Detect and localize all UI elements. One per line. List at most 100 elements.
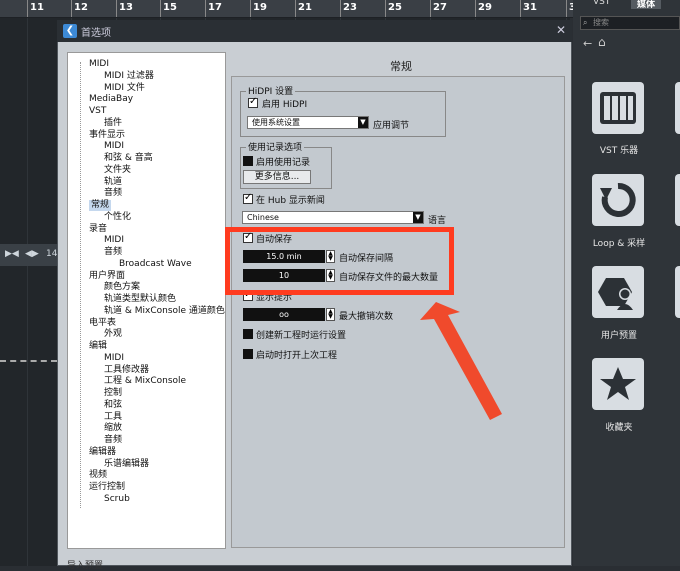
- ruler-tick-line: [116, 0, 117, 17]
- tree-item[interactable]: Broadcast Wave: [119, 259, 192, 270]
- usage-group-title: 使用记录选项: [246, 140, 305, 153]
- tree-item[interactable]: 和弦: [104, 400, 122, 411]
- tree-item[interactable]: MIDI: [104, 141, 124, 152]
- vst-instruments-card[interactable]: [592, 82, 644, 134]
- undo-count-input[interactable]: oo: [243, 308, 325, 321]
- usage-enable-checkbox[interactable]: [243, 156, 253, 166]
- tree-item[interactable]: 控制: [104, 388, 122, 399]
- tree-item[interactable]: 工具修改器: [104, 365, 149, 376]
- loops-card[interactable]: [592, 174, 644, 226]
- tree-item[interactable]: 和弦 & 音高: [104, 153, 153, 164]
- chevron-down-icon: ▼: [358, 117, 368, 128]
- tree-item-selected[interactable]: 常规: [89, 200, 112, 211]
- user-preset-icon: [598, 278, 633, 310]
- ruler-tick-line: [566, 0, 567, 17]
- tree-item[interactable]: Scrub: [104, 494, 130, 505]
- tree-item[interactable]: 编辑器: [89, 447, 116, 458]
- ruler-tick-line: [520, 0, 521, 17]
- ruler-tick-label: 25: [388, 2, 402, 13]
- ruler-tick-line: [385, 0, 386, 17]
- partial-card[interactable]: [675, 174, 680, 226]
- tree-item[interactable]: 缩放: [104, 423, 122, 434]
- user-presets-card[interactable]: [592, 266, 644, 318]
- tree-item[interactable]: MIDI: [104, 235, 124, 246]
- piano-keys-icon: [600, 92, 636, 124]
- tree-item[interactable]: MIDI: [89, 59, 109, 70]
- ruler-tick-line: [430, 0, 431, 17]
- tree-item[interactable]: 颜色方案: [104, 282, 140, 293]
- tree-item[interactable]: MIDI 文件: [104, 83, 145, 94]
- ruler-tick-line: [27, 0, 28, 17]
- hidpi-enable-label: 启用 HiDPI: [262, 100, 308, 110]
- tree-item[interactable]: 事件显示: [89, 130, 125, 141]
- tree-item[interactable]: 编辑: [89, 341, 107, 352]
- tree-item[interactable]: 轨道类型默认颜色: [104, 294, 176, 305]
- ruler-tick-label: 15: [163, 2, 177, 13]
- ruler-tick-label: 11: [30, 2, 44, 13]
- transport-mini[interactable]: ▶◀ ◀▶ 14: [0, 244, 57, 266]
- ruler-tick-line: [295, 0, 296, 17]
- back-arrow-icon[interactable]: ←: [583, 37, 592, 50]
- tree-item[interactable]: 音频: [104, 188, 122, 199]
- ruler-tick-label: 13: [119, 2, 133, 13]
- chevron-down-icon: ▼: [413, 212, 423, 223]
- hub-news-checkbox[interactable]: [243, 192, 253, 204]
- ruler-tick-label: 12: [74, 2, 88, 13]
- favorites-card[interactable]: [592, 358, 644, 410]
- tree-item[interactable]: VST: [89, 106, 106, 117]
- tree-item[interactable]: 音频: [104, 247, 122, 258]
- search-icon: ⌕: [583, 18, 588, 27]
- media-tabs[interactable]: VST 媒体: [573, 0, 680, 10]
- partial-card[interactable]: [675, 82, 680, 134]
- preferences-tree[interactable]: MIDI MIDI 过滤器 MIDI 文件 MediaBay VST 插件 事件显示 MIDI…: [67, 52, 226, 549]
- spin-arrows-icon[interactable]: ▲ ▼: [326, 308, 335, 321]
- dialog-titlebar[interactable]: ❮ 首选项 ✕: [57, 20, 572, 42]
- hidpi-scale-suffix: 应用调节: [373, 121, 410, 131]
- tree-item[interactable]: 轨道: [104, 177, 122, 188]
- tree-item[interactable]: 轨道 & MixConsole 通道颜色: [104, 306, 225, 317]
- tree-item[interactable]: 运行控制: [89, 482, 125, 493]
- partial-card[interactable]: [675, 266, 680, 318]
- tree-item[interactable]: 文件夹: [104, 165, 131, 176]
- tab-vst[interactable]: VST: [587, 0, 617, 9]
- tree-item[interactable]: MIDI: [104, 353, 124, 364]
- tree-item[interactable]: 电平表: [89, 318, 116, 329]
- nudge-icon[interactable]: ◀▶: [25, 249, 39, 259]
- tree-item[interactable]: 插件: [104, 118, 122, 129]
- tree-item[interactable]: 外观: [104, 329, 122, 340]
- media-item-label: 收藏夹: [605, 423, 633, 433]
- tree-item[interactable]: 工具: [104, 412, 122, 423]
- tab-media[interactable]: 媒体: [631, 0, 662, 10]
- bar-number: 14: [46, 249, 58, 259]
- language-label: 语言: [428, 216, 447, 226]
- tree-item[interactable]: 用户界面: [89, 271, 125, 282]
- open-last-checkbox[interactable]: [243, 349, 253, 359]
- language-dropdown[interactable]: Chinese ▼: [242, 211, 424, 224]
- star-icon: [600, 367, 636, 400]
- home-icon[interactable]: ⌂: [598, 35, 606, 49]
- more-info-button[interactable]: 更多信息...: [243, 170, 311, 184]
- tree-item[interactable]: 乐谱编辑器: [104, 459, 149, 470]
- tree-item[interactable]: 个性化: [104, 212, 131, 223]
- ruler-tick-line: [160, 0, 161, 17]
- page-heading: 常规: [390, 60, 412, 73]
- tree-item[interactable]: 音频: [104, 435, 122, 446]
- tree-item[interactable]: 工程 & MixConsole: [104, 376, 186, 387]
- tree-item[interactable]: 录音: [89, 224, 107, 235]
- media-search-input[interactable]: ⌕ 搜索: [580, 16, 680, 30]
- close-icon[interactable]: ✕: [556, 23, 566, 37]
- hidpi-enable-checkbox[interactable]: [248, 96, 258, 108]
- cubase-app-icon: ❮: [63, 24, 77, 38]
- ruler-tick-label: 29: [478, 2, 492, 13]
- tree-item[interactable]: MIDI 过滤器: [104, 71, 154, 82]
- ruler-tick-label: 31: [523, 2, 537, 13]
- ruler-tick-line: [250, 0, 251, 17]
- rewind-icon[interactable]: ▶◀: [5, 249, 19, 259]
- tree-guide-line: [80, 62, 81, 508]
- ruler-tick-label: 19: [253, 2, 267, 13]
- ruler-tick-label: 21: [298, 2, 312, 13]
- tree-item[interactable]: 视频: [89, 470, 107, 481]
- run-setup-checkbox[interactable]: [243, 329, 253, 339]
- tree-item[interactable]: MediaBay: [89, 94, 133, 105]
- hidpi-scale-dropdown[interactable]: 使用系统设置 ▼: [247, 116, 369, 129]
